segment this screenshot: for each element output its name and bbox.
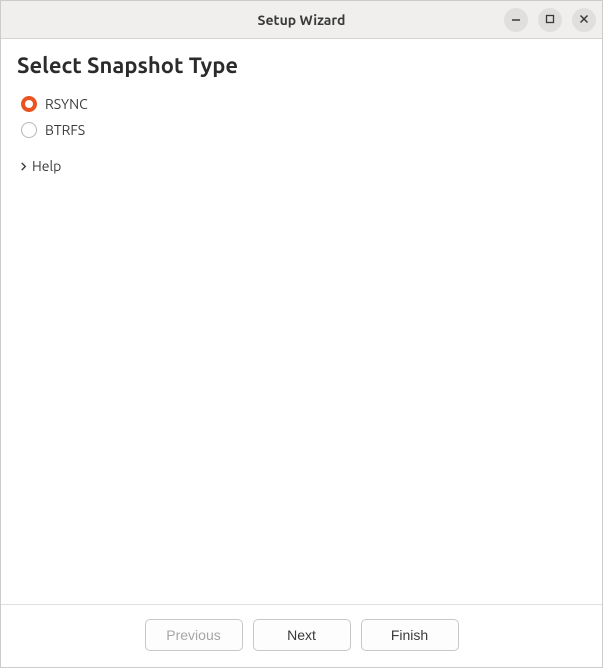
snapshot-type-radio-group: RSYNC BTRFS — [21, 96, 586, 138]
page-title: Select Snapshot Type — [17, 53, 586, 78]
minimize-button[interactable] — [504, 8, 528, 32]
next-button[interactable]: Next — [253, 619, 351, 651]
wizard-footer: Previous Next Finish — [1, 604, 602, 667]
radio-icon — [21, 96, 37, 112]
help-label: Help — [32, 158, 61, 174]
window-controls — [504, 8, 596, 32]
titlebar: Setup Wizard — [1, 1, 602, 39]
radio-option-btrfs[interactable]: BTRFS — [21, 122, 586, 138]
maximize-button[interactable] — [538, 8, 562, 32]
window-title: Setup Wizard — [258, 12, 346, 28]
help-toggle[interactable]: Help — [19, 158, 61, 174]
close-icon — [579, 12, 589, 27]
radio-icon — [21, 122, 37, 138]
radio-label: RSYNC — [45, 96, 88, 112]
maximize-icon — [545, 12, 555, 27]
chevron-right-icon — [19, 162, 28, 171]
minimize-icon — [511, 12, 521, 27]
radio-label: BTRFS — [45, 122, 85, 138]
close-button[interactable] — [572, 8, 596, 32]
finish-button[interactable]: Finish — [361, 619, 459, 651]
radio-option-rsync[interactable]: RSYNC — [21, 96, 586, 112]
content-area: Select Snapshot Type RSYNC BTRFS Help — [1, 39, 602, 604]
previous-button[interactable]: Previous — [145, 619, 243, 651]
